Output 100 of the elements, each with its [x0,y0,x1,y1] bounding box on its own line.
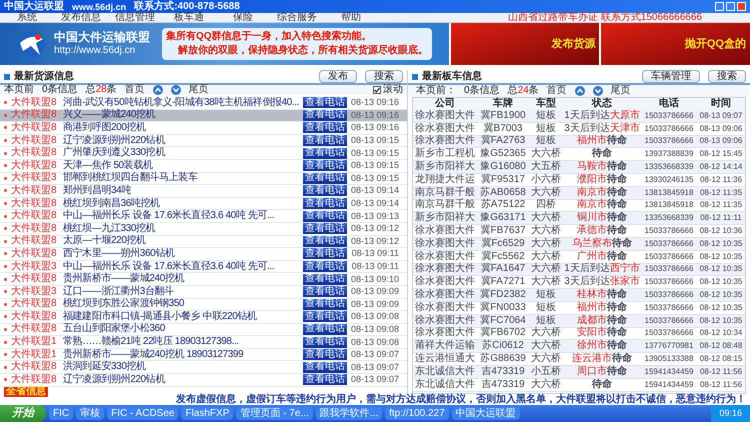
table-cell-text: 15033786666 [644,265,694,274]
table-cell-text: 冀F95317 [480,174,526,185]
bullet-icon [4,366,7,369]
table-cell-text: 08-12 14:14 [698,163,744,172]
taskbar-item[interactable]: FlashFXP [181,407,234,420]
cargo-row[interactable]: 大件联盟8 辽宁凌源到朔州220钻机 查看电话 08-13 09:07 [0,374,407,387]
cargo-row[interactable]: 大件联盟8 桃红坝到东胜公家渡钟钢350 查看电话 08-13 09:09 [0,298,407,312]
view-phone-button[interactable]: 查看电话 [303,135,347,146]
previous-icon[interactable] [574,86,585,96]
last-page-link[interactable]: 尾页 [610,86,631,96]
menu-item[interactable]: 保险 [216,12,270,22]
toolbar-button[interactable]: 发布 [319,70,357,83]
cargo-row[interactable]: 大件联盟8 太原—十堰220挖机 查看电话 08-13 09:12 [0,236,407,248]
last-page-link[interactable]: 尾页 [188,85,209,95]
ad-banner[interactable]: 发布货源 [450,23,600,65]
toolbar-button[interactable]: 搜索 [708,70,746,83]
source-label: 大件联盟8 [11,224,58,234]
table-cell-text: 冀FB7637 [479,226,527,236]
cargo-row[interactable]: 大件联盟8 天津—焦作 50装载机 查看电话 08-13 09:15 [0,160,407,173]
cargo-row[interactable]: 大件联盟8 商港到呼图200挖机 查看电话 08-13 09:16 [0,122,407,135]
taskbar-item[interactable]: 管理页面 - 7e... [236,407,313,420]
scroll-checkbox[interactable] [373,86,381,94]
table-cell-text: 13930246135 [644,176,694,184]
view-phone-button[interactable]: 查看电话 [303,261,347,272]
table-cell-text: 徐水赛图大件 [414,124,476,134]
bullet-icon [4,214,7,218]
menu-item[interactable]: 帮助 [324,12,378,22]
menu-item[interactable]: 综合服务 [270,12,324,22]
cargo-row[interactable]: 大件联盟8 郑州到昌明34吨 查看电话 08-13 09:14 [0,185,407,198]
cargo-row[interactable]: 大件联盟8 福建建阳市科口镇-揭通县小餐乡 中联220钻机 查看电话 08-13 09:08 [0,311,407,324]
taskbar-item[interactable]: 中国大运联盟 [452,407,520,420]
source-label: 大件联盟8 [11,148,58,158]
view-phone-button[interactable]: 查看电话 [303,198,347,210]
source-label: 大件联盟1 [11,337,58,348]
status-text: 3天后到达张家市 [564,276,640,288]
view-phone-button[interactable]: 查看电话 [303,374,347,386]
view-phone-button[interactable]: 查看电话 [303,110,347,121]
cargo-row[interactable]: 大件联盟1 贵州新桥市——蒙城240挖机 18903127399 查看电话 08-13 09:07 [0,348,407,362]
bullet-icon [4,278,7,281]
close-icon[interactable] [737,2,746,11]
menu-item[interactable]: 信息管理 [108,12,162,22]
table-cell-text: 徐水赛图大件 [414,290,476,300]
cargo-row[interactable]: 大件联盟8 五台山到阳家堡小松360 查看电话 08-13 09:08 [0,324,407,336]
cargo-row[interactable]: 大件联盟8 桃红坝—九江330挖机 查看电话 08-13 09:12 [0,222,407,236]
view-phone-button[interactable]: 查看电话 [303,185,347,196]
taskbar-item[interactable]: 审核 [76,407,104,420]
menu-item[interactable]: 发布信息 [54,12,108,22]
status-text: 3天后到达天津市 [564,122,640,134]
cargo-row[interactable]: 大件联盟3 辽口——浙江衢州3台翻斗 查看电话 08-13 09:09 [0,286,407,298]
table-cell-text: 苏AB0658 [479,188,527,198]
source-label: 大件联盟3 [11,286,58,297]
ad-banner[interactable]: 抛开QQ盒的 [601,23,750,65]
table-cell-text: 15033786666 [644,240,694,248]
view-phone-button[interactable]: 查看电话 [303,236,347,247]
cargo-row[interactable]: 大件联盟3 中山—福州长乐 设备 17.6米长直径3.6 40吨 先可... 查看电话 08-13 09:11 [0,260,407,274]
table-cell-text: 08-12 10:35 [698,265,744,274]
view-phone-button[interactable]: 查看电话 [303,172,347,184]
view-phone-button[interactable]: 查看电话 [303,122,347,134]
table-cell-text: 08-12 11:35 [698,188,744,197]
cargo-row[interactable]: 大件联盟8 辽宁凌源到朔州220钻机 查看电话 08-13 09:15 [0,134,407,148]
view-phone-button[interactable]: 查看电话 [303,286,347,298]
view-phone-button[interactable]: 查看电话 [303,298,347,310]
cargo-text: 常熟……赣榆21吨 22吨压 18903127398... [63,337,240,348]
cargo-text: 郑州到昌明34吨 [63,186,132,196]
next-icon[interactable] [592,86,603,96]
cargo-row[interactable]: 大件联盟8 桃红坝到南昌36吨挖机 查看电话 08-13 09:14 [0,198,407,210]
taskbar-item[interactable]: FIC - ACDSee [107,407,178,420]
toolbar-button[interactable]: 车辆管理 [642,70,700,83]
taskbar-item[interactable]: FIC [49,407,74,420]
table-cell-text: 13813845918 [644,188,694,197]
time-text: 08-13 09:15 [351,136,399,146]
cargo-text: 洪洞到延安330挖机 [63,362,147,372]
previous-icon[interactable] [152,85,163,95]
province-tag[interactable]: 全省信息 [4,386,48,397]
cargo-row[interactable]: 大件联盟8 西宁木里——朔州360钻机 查看电话 08-13 09:11 [0,248,407,261]
table-cell-text: 冀FD2382 [479,290,527,300]
time-text: 08-13 09:10 [351,274,399,284]
slogan-text: 解放你的双眼，保持隐身状态，所有相关货源尽收眼底。 [178,46,428,56]
panel-title: 最新货源信息 [14,72,74,82]
view-phone-button[interactable]: 查看电话 [303,248,347,260]
bullet-icon [4,176,7,180]
table-cell-text: 大六桥 [530,149,562,160]
taskbar-item[interactable]: 跟我学软件... [316,407,382,420]
menu-item[interactable]: 板车通 [162,12,216,22]
first-page-link[interactable]: 首页 [124,85,145,95]
toolbar-button[interactable]: 搜索 [365,70,403,83]
menu-item[interactable]: 系统 [0,12,54,22]
first-page-link[interactable]: 首页 [546,86,567,96]
view-phone-button[interactable]: 查看电话 [303,349,347,360]
cargo-row[interactable]: 大件联盟8 兴义——蒙城240挖机 查看电话 08-13 09:16 [0,110,407,122]
view-phone-button[interactable]: 查看电话 [303,324,347,335]
view-phone-button[interactable]: 查看电话 [303,223,347,234]
view-phone-button[interactable]: 查看电话 [303,97,347,108]
next-icon[interactable] [170,85,181,95]
cargo-row[interactable]: 大件联盟3 邯郸到桃红坝四台翻斗马上装车 查看电话 08-13 09:15 [0,172,407,186]
table-cell-text: 南京马群千般 [414,200,476,210]
cargo-row[interactable]: 大件联盟8 河曲-武汉有50吨钻机拿义-阳城有38吨主机福祥倒报40... 查看电话 08-13 09:16 [0,97,407,110]
view-phone-button[interactable]: 查看电话 [303,311,347,322]
taskbar-item[interactable]: ftp://100.227 [385,407,449,420]
view-phone-button[interactable]: 查看电话 [303,160,347,172]
